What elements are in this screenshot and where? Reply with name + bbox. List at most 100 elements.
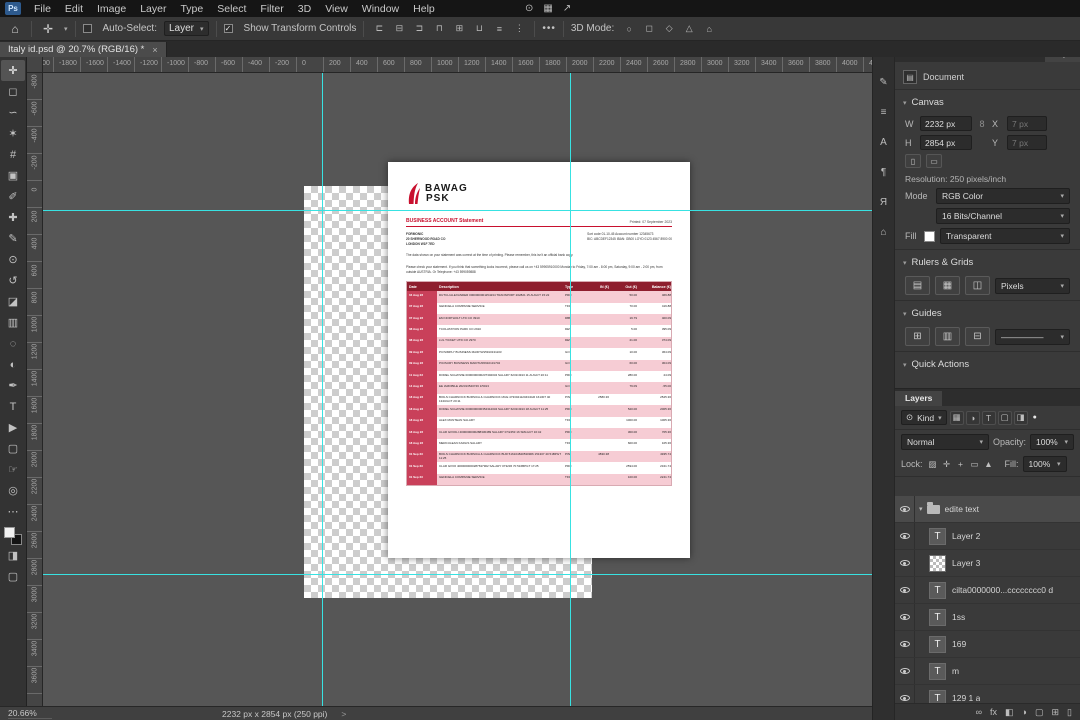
dodge-tool[interactable]: ◐ xyxy=(1,354,25,375)
shape-tool[interactable]: ▢ xyxy=(1,438,25,459)
visibility-toggle[interactable] xyxy=(895,523,915,549)
text-layer-thumbnail[interactable]: T xyxy=(929,662,946,680)
guide-vertical-left[interactable] xyxy=(322,73,323,706)
3d-slide-icon[interactable]: △ xyxy=(681,21,697,36)
move-tool-preset-icon[interactable]: ✛ xyxy=(39,22,57,36)
layer-row[interactable]: Layer 3 xyxy=(895,550,1080,577)
lock-pixels-icon[interactable]: ✛ xyxy=(941,459,953,470)
align-center-h-icon[interactable]: ⊟ xyxy=(391,21,407,36)
comments-strip-icon[interactable]: ≡ xyxy=(875,104,893,120)
layer-row[interactable]: T 169 xyxy=(895,631,1080,658)
filter-pixel-icon[interactable]: ▦ xyxy=(949,410,964,425)
marquee-tool[interactable]: ◻ xyxy=(1,81,25,102)
layer-row[interactable]: T 129 1 a xyxy=(895,685,1080,703)
3d-scale-icon[interactable]: ⌂ xyxy=(701,21,717,36)
lasso-tool[interactable]: ∽ xyxy=(1,102,25,123)
frame-tool[interactable]: ▣ xyxy=(1,165,25,186)
layer-fill-field[interactable]: 100% ▾ xyxy=(1022,456,1067,472)
lock-transparent-icon[interactable]: ▨ xyxy=(927,459,939,470)
guide-layout-icon[interactable]: ▥ xyxy=(935,327,960,346)
link-dimensions-icon[interactable]: 8 xyxy=(977,119,987,129)
align-top-icon[interactable]: ⊓ xyxy=(431,21,447,36)
ruler-origin[interactable] xyxy=(27,57,43,73)
layer-row[interactable]: Tm xyxy=(895,658,1080,685)
horizontal-ruler[interactable]: -200 0 -1800 -1600 -1400 -1200 -1000 -800 -600 -4… xyxy=(27,57,872,73)
text-layer-thumbnail[interactable]: T xyxy=(929,608,946,626)
zoom-level-field[interactable]: 20.66% xyxy=(8,708,52,719)
visibility-toggle[interactable] xyxy=(895,496,915,522)
blend-mode-select[interactable]: Normal ▾ xyxy=(901,434,989,450)
quick-selection-tool[interactable]: ✶ xyxy=(1,123,25,144)
3d-rotate-icon[interactable]: ○ xyxy=(621,21,637,36)
text-layer-thumbnail[interactable]: T xyxy=(929,689,946,703)
visibility-toggle[interactable] xyxy=(895,550,915,576)
distribute-h-icon[interactable]: ≡ xyxy=(491,21,507,36)
distribute-v-icon[interactable]: ⋮ xyxy=(511,21,527,36)
filter-adjustment-icon[interactable]: ◑ xyxy=(965,410,980,425)
filter-smart-icon[interactable]: ◨ xyxy=(1013,410,1028,425)
snap-toggle-icon[interactable]: ◫ xyxy=(965,276,990,295)
text-layer-thumbnail[interactable]: T xyxy=(929,635,946,653)
menu-image[interactable]: Image xyxy=(90,2,133,16)
layer-row[interactable]: Tcilta0000000...cccccccc0 d xyxy=(895,577,1080,604)
quick-mask-icon[interactable]: ◨ xyxy=(1,545,25,566)
align-bottom-icon[interactable]: ⊔ xyxy=(471,21,487,36)
tab-layers[interactable]: Layers xyxy=(895,391,943,406)
bit-depth-select[interactable]: 16 Bits/Channel ▾ xyxy=(936,208,1070,224)
eraser-tool[interactable]: ◪ xyxy=(1,291,25,312)
menu-view[interactable]: View xyxy=(318,2,355,16)
menu-filter[interactable]: Filter xyxy=(253,2,290,16)
align-middle-icon[interactable]: ⊞ xyxy=(451,21,467,36)
guide-style-select[interactable]: ————— ▾ xyxy=(995,328,1070,345)
crop-tool[interactable]: # xyxy=(1,144,25,165)
visibility-toggle[interactable] xyxy=(895,577,915,603)
layer-name[interactable]: 1ss xyxy=(952,612,965,622)
section-quick-actions[interactable]: ▾ Quick Actions xyxy=(895,351,1080,374)
foreground-color-swatch[interactable] xyxy=(4,527,15,538)
section-canvas[interactable]: ▾ Canvas xyxy=(895,89,1080,112)
layer-row[interactable]: T 1ss xyxy=(895,604,1080,631)
lock-position-icon[interactable]: + xyxy=(955,459,967,470)
search-icon[interactable]: ⊙ xyxy=(525,3,533,14)
opacity-field[interactable]: 100% ▾ xyxy=(1030,434,1074,450)
text-layer-thumbnail[interactable]: T xyxy=(929,581,946,599)
gradient-tool[interactable]: ▥ xyxy=(1,312,25,333)
3d-drag-icon[interactable]: ◇ xyxy=(661,21,677,36)
landscape-orientation-button[interactable]: ▭ xyxy=(926,154,942,168)
character-strip-icon[interactable]: A xyxy=(875,134,893,150)
y-field[interactable]: 7 px xyxy=(1007,135,1047,150)
visibility-toggle[interactable] xyxy=(895,685,915,703)
layer-name[interactable]: 129 1 a xyxy=(952,693,980,703)
edit-toolbar-icon[interactable]: ⋯ xyxy=(1,501,25,522)
auto-select-checkbox[interactable] xyxy=(82,24,92,33)
new-group-icon[interactable]: ▢ xyxy=(1035,707,1044,718)
fill-select[interactable]: Transparent ▾ xyxy=(940,228,1070,244)
rulers-toggle-icon[interactable]: ▤ xyxy=(905,276,930,295)
show-transform-checkbox[interactable]: ✓ xyxy=(223,24,233,33)
filter-shape-icon[interactable]: ▢ xyxy=(997,410,1012,425)
libraries-strip-icon[interactable]: ⌂ xyxy=(875,224,893,240)
clear-guides-icon[interactable]: ⊟ xyxy=(965,327,990,346)
eyedropper-tool[interactable]: ✐ xyxy=(1,186,25,207)
document-tab[interactable]: Italy id.psd @ 20.7% (RGB/16) * × xyxy=(0,42,167,57)
portrait-orientation-button[interactable]: ▯ xyxy=(905,154,921,168)
visibility-toggle[interactable] xyxy=(895,658,915,684)
layer-name[interactable]: Layer 3 xyxy=(952,558,980,568)
screen-mode-icon[interactable]: ▢ xyxy=(1,566,25,587)
3d-roll-icon[interactable]: ◻ xyxy=(641,21,657,36)
fill-swatch[interactable] xyxy=(924,230,935,242)
menu-3d[interactable]: 3D xyxy=(291,2,318,16)
menu-select[interactable]: Select xyxy=(210,2,253,16)
lock-artboard-icon[interactable]: ▭ xyxy=(969,459,981,470)
width-field[interactable]: 2232 px xyxy=(920,116,972,131)
align-right-icon[interactable]: ⊐ xyxy=(411,21,427,36)
paragraph-strip-icon[interactable]: ¶ xyxy=(875,164,893,180)
menu-layer[interactable]: Layer xyxy=(133,2,173,16)
guide-horizontal-bottom[interactable] xyxy=(43,574,872,575)
delete-layer-icon[interactable]: ▯ xyxy=(1067,707,1072,718)
auto-select-dropdown[interactable]: Layer ▾ xyxy=(164,21,209,36)
kind-filter-select[interactable]: ⊙ Kind ▾ xyxy=(901,410,947,425)
menu-help[interactable]: Help xyxy=(406,2,442,16)
layer-name[interactable]: cilta0000000...cccccccc0 d xyxy=(952,585,1053,595)
menu-type[interactable]: Type xyxy=(173,2,210,16)
